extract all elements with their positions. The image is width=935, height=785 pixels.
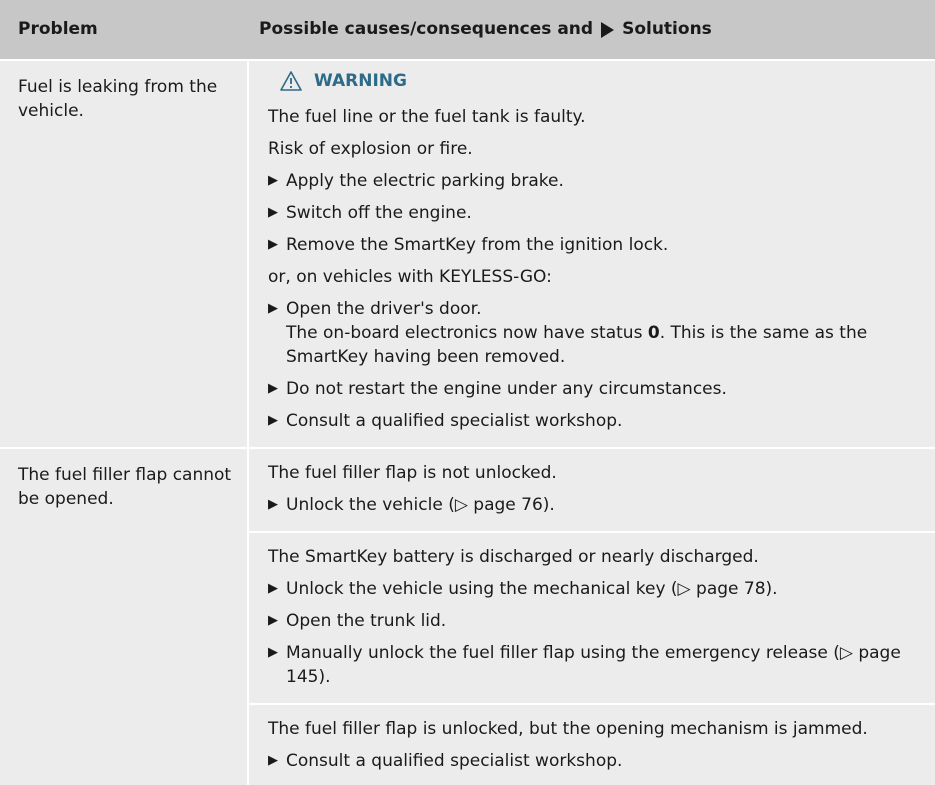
bullet-arrow-icon: ▶ xyxy=(268,381,278,396)
header-solutions-suffix: Solutions xyxy=(622,19,712,39)
problem-cell: Fuel is leaking from the vehicle. xyxy=(0,61,249,447)
step-item: ▶ Unlock the vehicle (▷ page 76). xyxy=(268,495,555,515)
cause-text: The fuel line or the fuel tank is faulty… xyxy=(268,107,586,127)
step-item: ▶ Manually unlock the fuel filler flap us… xyxy=(268,643,901,687)
bullet-arrow-icon: ▶ xyxy=(268,497,278,512)
bullet-arrow-icon: ▶ xyxy=(268,753,278,768)
step-item: ▶ Open the trunk lid. xyxy=(268,611,447,631)
status-value: 0 xyxy=(647,323,660,343)
step-item: ▶ Remove the SmartKey from the ignition l… xyxy=(268,235,669,255)
bullet-arrow-icon: ▶ xyxy=(268,581,278,596)
problem-cell: The fuel filler flap cannot be opened. xyxy=(0,449,249,785)
solution-cell: WARNING The fuel line or the fuel tank i… xyxy=(249,61,935,447)
step-item: ▶ Do not restart the engine under any cir… xyxy=(268,379,727,399)
table-header: Problem Possible causes/consequences and… xyxy=(0,0,935,59)
warning-header: WARNING xyxy=(268,71,935,91)
triangle-arrow-icon xyxy=(601,21,615,38)
header-solutions-prefix: Possible causes/consequences and xyxy=(259,19,594,39)
or-text: or, on vehicles with KEYLESS-GO: xyxy=(268,267,552,287)
bullet-arrow-icon: ▶ xyxy=(268,173,278,188)
bullet-arrow-icon: ▶ xyxy=(268,301,278,316)
step-item: ▶ Switch off the engine. xyxy=(268,203,472,223)
step-item: ▶ Open the driver's door. The on-board e… xyxy=(268,297,935,369)
bullet-arrow-icon: ▶ xyxy=(268,613,278,628)
table-row: Fuel is leaking from the vehicle. WARNIN… xyxy=(0,61,935,447)
step-item: ▶ Consult a qualified specialist workshop… xyxy=(268,411,623,431)
step-item: ▶ Apply the electric parking brake. xyxy=(268,171,564,191)
cause-text: The SmartKey battery is discharged or ne… xyxy=(268,547,759,567)
risk-text: Risk of explosion or fire. xyxy=(268,139,473,159)
troubleshooting-table: Problem Possible causes/consequences and… xyxy=(0,0,935,785)
status-text-before: The on-board electronics now have status xyxy=(286,323,643,343)
bullet-arrow-icon: ▶ xyxy=(268,645,278,660)
solution-cell: The fuel filler flap is not unlocked. ▶ U… xyxy=(249,449,935,785)
cause-text: The fuel filler flap is unlocked, but th… xyxy=(268,719,868,739)
header-problem: Problem xyxy=(18,19,98,39)
bullet-arrow-icon: ▶ xyxy=(268,237,278,252)
step-item: ▶ Consult a qualified specialist workshop… xyxy=(268,751,623,771)
warning-triangle-icon xyxy=(280,71,302,91)
step-door-text: Open the driver's door. xyxy=(286,299,482,319)
warning-label: WARNING xyxy=(314,71,407,91)
bullet-arrow-icon: ▶ xyxy=(268,413,278,428)
bullet-arrow-icon: ▶ xyxy=(268,205,278,220)
cause-text: The fuel filler flap is not unlocked. xyxy=(268,463,557,483)
step-item: ▶ Unlock the vehicle using the mechanical… xyxy=(268,579,778,599)
header-solutions: Possible causes/consequences and Solutio… xyxy=(249,0,935,59)
table-row: The fuel filler flap cannot be opened. T… xyxy=(0,449,935,785)
